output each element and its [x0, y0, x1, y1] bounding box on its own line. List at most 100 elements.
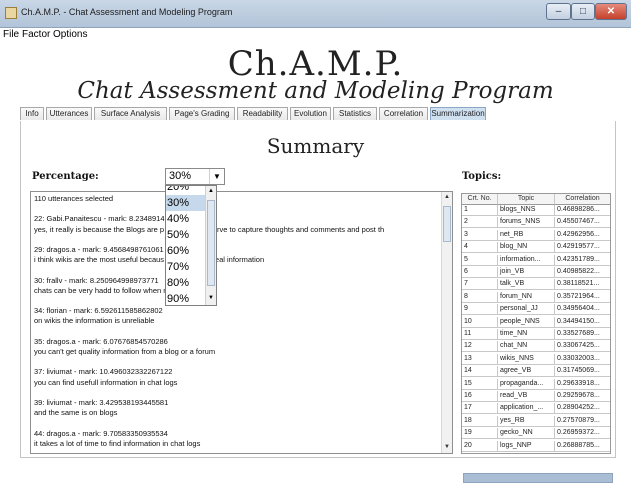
percentage-option[interactable]: 60%: [166, 243, 206, 259]
cell-correlation[interactable]: 0.27570879...: [555, 416, 610, 427]
cell-topic[interactable]: chat_NN: [498, 341, 555, 353]
tab-readability[interactable]: Readability: [237, 107, 288, 120]
scroll-up-icon[interactable]: ▲: [206, 186, 216, 197]
cell-topic[interactable]: blog_NN: [498, 242, 555, 254]
tab-summarization[interactable]: Summarization: [430, 107, 486, 120]
cell-crt-no[interactable]: 8: [462, 291, 498, 303]
cell-crt-no[interactable]: 12: [462, 341, 498, 353]
cell-correlation[interactable]: 0.33527689...: [555, 329, 610, 340]
cell-correlation[interactable]: 0.29259678...: [555, 391, 610, 402]
scroll-down-icon[interactable]: ▼: [206, 293, 216, 304]
dropdown-arrow-icon[interactable]: ▼: [209, 169, 224, 184]
tab-evolution[interactable]: Evolution: [290, 107, 331, 120]
cell-correlation[interactable]: 0.26959372...: [555, 428, 610, 440]
cell-topic[interactable]: blogs_NNS: [498, 205, 555, 216]
cell-crt-no[interactable]: 9: [462, 304, 498, 316]
cell-crt-no[interactable]: 19: [462, 428, 498, 440]
percentage-option[interactable]: 70%: [166, 259, 206, 275]
percentage-option[interactable]: 20%: [166, 186, 206, 195]
percentage-option[interactable]: 50%: [166, 227, 206, 243]
cell-topic[interactable]: personal_JJ: [498, 304, 555, 316]
cell-crt-no[interactable]: 6: [462, 267, 498, 278]
cell-crt-no[interactable]: 18: [462, 415, 498, 427]
cell-correlation[interactable]: 0.34494150...: [555, 317, 610, 328]
cell-topic[interactable]: join_VB: [498, 267, 555, 278]
minimize-button[interactable]: –: [546, 3, 571, 20]
cell-topic[interactable]: net_RB: [498, 229, 555, 241]
cell-correlation[interactable]: 0.42351789...: [555, 255, 610, 266]
percentage-option[interactable]: 90%: [166, 291, 206, 305]
scroll-down-icon[interactable]: ▼: [442, 442, 452, 453]
topics-table[interactable]: Crt. No. Topic Correlation 1 blogs_NNS 0.4…: [461, 193, 611, 454]
cell-crt-no[interactable]: 13: [462, 353, 498, 365]
cell-crt-no[interactable]: 11: [462, 329, 498, 340]
cell-crt-no[interactable]: 15: [462, 378, 498, 390]
cell-correlation[interactable]: 0.34956404...: [555, 304, 610, 316]
cell-correlation[interactable]: 0.38118521...: [555, 279, 610, 291]
column-header-correlation[interactable]: Correlation: [555, 194, 610, 205]
scroll-up-icon[interactable]: ▲: [442, 192, 452, 203]
cell-correlation[interactable]: 0.26888785...: [555, 441, 610, 452]
menu-file[interactable]: File: [3, 29, 19, 40]
percentage-option[interactable]: 80%: [166, 275, 206, 291]
column-header-crt-no[interactable]: Crt. No.: [462, 194, 498, 205]
cell-correlation[interactable]: 0.31745069...: [555, 366, 610, 378]
cell-topic[interactable]: gecko_NN: [498, 428, 555, 440]
cell-correlation[interactable]: 0.29633918...: [555, 379, 610, 390]
cell-crt-no[interactable]: 3: [462, 229, 498, 241]
cell-topic[interactable]: wikis_NNS: [498, 353, 555, 365]
cell-topic[interactable]: forums_NNS: [498, 217, 555, 229]
tab-correlation[interactable]: Correlation: [379, 107, 428, 120]
cell-correlation[interactable]: 0.45507467...: [555, 217, 610, 229]
cell-topic[interactable]: forum_NN: [498, 291, 555, 303]
summary-scrollbar[interactable]: ▲ ▼: [441, 192, 452, 453]
tab-statistics[interactable]: Statistics: [333, 107, 377, 120]
cell-crt-no[interactable]: 7: [462, 279, 498, 291]
cell-topic[interactable]: time_NN: [498, 329, 555, 340]
cell-topic[interactable]: information...: [498, 254, 555, 266]
cell-crt-no[interactable]: 1: [462, 205, 498, 216]
scroll-thumb[interactable]: [207, 200, 215, 286]
cell-correlation[interactable]: 0.33067425...: [555, 341, 610, 353]
summary-line: on wikis the information is unreliable: [34, 316, 155, 326]
percentage-option[interactable]: 30%: [166, 195, 206, 211]
scroll-thumb[interactable]: [443, 206, 451, 242]
cell-crt-no[interactable]: 2: [462, 217, 498, 229]
cell-topic[interactable]: people_NNS: [498, 316, 555, 328]
percentage-dropdown-list[interactable]: 20% 30% 40% 50% 60% 70% 80% 90% ▲ ▼: [165, 185, 217, 306]
cell-topic[interactable]: agree_VB: [498, 366, 555, 378]
tab-info[interactable]: Info: [20, 107, 44, 120]
cell-correlation[interactable]: 0.46898286...: [555, 205, 610, 216]
cell-crt-no[interactable]: 5: [462, 254, 498, 266]
close-button[interactable]: ✕: [595, 3, 627, 20]
cell-correlation[interactable]: 0.33032003...: [555, 354, 610, 365]
cell-topic[interactable]: logs_NNP: [498, 440, 555, 452]
cell-crt-no[interactable]: 17: [462, 403, 498, 415]
summary-text-area[interactable]: 110 utterances selected 22: Gabi.Panaites…: [30, 191, 453, 454]
cell-correlation[interactable]: 0.40985822...: [555, 267, 610, 278]
percentage-option[interactable]: 40%: [166, 211, 206, 227]
percentage-combobox[interactable]: 30% ▼: [165, 168, 225, 185]
dropdown-scrollbar[interactable]: ▲ ▼: [205, 186, 216, 305]
cell-topic[interactable]: yes_RB: [498, 415, 555, 427]
tab-surface-analysis[interactable]: Surface Analysis: [94, 107, 167, 120]
cell-crt-no[interactable]: 10: [462, 316, 498, 328]
cell-crt-no[interactable]: 20: [462, 440, 498, 452]
cell-crt-no[interactable]: 14: [462, 366, 498, 378]
cell-crt-no[interactable]: 16: [462, 391, 498, 402]
cell-correlation[interactable]: 0.35721964...: [555, 292, 610, 303]
cell-correlation[interactable]: 0.42919577...: [555, 242, 610, 254]
tab-pages-grading[interactable]: Page's Grading: [169, 107, 235, 120]
cell-topic[interactable]: propaganda...: [498, 378, 555, 390]
menu-factor[interactable]: Factor: [22, 29, 50, 40]
cell-topic[interactable]: read_VB: [498, 391, 555, 402]
menu-options[interactable]: Options: [53, 29, 87, 40]
cell-crt-no[interactable]: 4: [462, 242, 498, 254]
maximize-button[interactable]: □: [571, 3, 595, 20]
cell-correlation[interactable]: 0.28904252...: [555, 403, 610, 415]
cell-correlation[interactable]: 0.42962956...: [555, 230, 610, 241]
column-header-topic[interactable]: Topic: [498, 194, 555, 205]
cell-topic[interactable]: talk_VB: [498, 279, 555, 291]
tab-utterances[interactable]: Utterances: [46, 107, 92, 120]
cell-topic[interactable]: application_...: [498, 403, 555, 415]
